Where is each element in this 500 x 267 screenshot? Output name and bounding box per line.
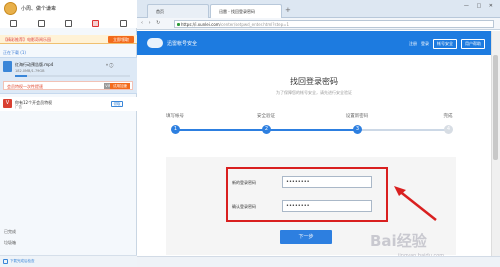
url-text: https://i.xunlei.com/center/setpwd_enter… <box>181 22 289 27</box>
user-help-button[interactable]: 用户帮助 <box>461 39 485 49</box>
address-bar[interactable]: https://i.xunlei.com/center/setpwd_enter… <box>174 20 494 28</box>
client-header: 小周、做个谦卑 <box>0 0 137 28</box>
next-button[interactable]: 下一步 <box>280 230 332 244</box>
page-subtitle: 为了保障您的帐号安全，请先进行安全验证 <box>276 90 352 95</box>
ad-banner: 【精彩推荐】电影奇闻乐园 立即领取 <box>0 35 137 44</box>
ad-text: 【精彩推荐】电影奇闻乐园 <box>3 36 51 42</box>
pause-icon[interactable] <box>64 19 72 27</box>
new-task-icon[interactable] <box>10 19 18 27</box>
highlight-box <box>226 167 388 222</box>
vip-icon: V <box>3 99 12 108</box>
trash-nav[interactable]: 垃圾箱 <box>4 240 16 246</box>
ad-claim-button[interactable]: 立即领取 <box>108 36 134 43</box>
browser-status-bar <box>137 256 500 267</box>
url-host: https://i.xunlei.com <box>181 22 220 27</box>
step-label-4: 完成 <box>443 114 453 119</box>
item-controls-icon[interactable]: ⏸ ⓘ <box>106 62 113 67</box>
avatar[interactable] <box>4 2 17 15</box>
nav-buttons[interactable]: ‹ › ↻ <box>141 20 162 26</box>
url-path: /center/setpwd_enter.html?step=1 <box>219 22 290 27</box>
header-links: 注册 登录 帐号安全 用户帮助 <box>409 39 485 49</box>
tab-password-reset[interactable]: 迅雷 - 找回登录密码 <box>210 4 282 18</box>
site-header: 迅雷帐号安全 注册 登录 帐号安全 用户帮助 <box>137 31 491 55</box>
checkbox-icon[interactable] <box>3 259 8 264</box>
download-item[interactable]: 红海行动预告版.mp4 182.0MB/1.79GB ⏸ ⓘ 会员特权一次性提速… <box>0 57 137 94</box>
site-brand[interactable]: 迅雷帐号安全 <box>167 40 197 47</box>
username: 小周、做个谦卑 <box>21 6 57 12</box>
downloading-header[interactable]: 正在下载 (1) <box>3 50 26 56</box>
completed-nav[interactable]: 已完成 <box>4 229 16 235</box>
step-circle-2: 2 <box>262 125 271 134</box>
red-arrow-icon <box>394 186 437 221</box>
step-label-2: 安全验证 <box>257 114 275 119</box>
vip-claim-button[interactable]: 领取 <box>111 101 123 107</box>
browser-tab-bar: 首页 迅雷 - 找回登录密码 + — □ ✕ <box>137 0 500 18</box>
download-client-panel: 小周、做个谦卑 【精彩推荐】电影奇闻乐园 立即领取 正在下载 (1) 红海行动预… <box>0 0 137 267</box>
speedup-text: 会员特权一次性提速 <box>7 83 43 89</box>
step-circle-1: 1 <box>171 125 180 134</box>
scrollbar-thumb[interactable] <box>493 55 498 160</box>
step-label-1: 填写帐号 <box>166 114 184 119</box>
register-link[interactable]: 注册 <box>409 41 417 47</box>
client-toolbar <box>0 18 137 28</box>
step-circle-4: 4 <box>444 125 453 134</box>
new-tab-button[interactable]: + <box>285 6 291 14</box>
more-icon[interactable] <box>119 19 127 27</box>
file-name: 红海行动预告版.mp4 <box>15 62 54 67</box>
address-bar-row: ‹ › ↻ https://i.xunlei.com/center/setpwd… <box>137 18 500 30</box>
video-file-icon <box>3 61 12 72</box>
page-title: 找回登录密码 <box>290 77 338 86</box>
xunlei-logo-icon[interactable] <box>147 38 163 48</box>
login-link[interactable]: 登录 <box>421 41 429 47</box>
start-icon[interactable] <box>37 19 45 27</box>
vip-promo-sub: 广告 <box>15 105 22 109</box>
account-security-button[interactable]: 帐号安全 <box>433 39 457 49</box>
vip-promo: V 你有12个开会员特权 广告 领取 <box>0 97 137 111</box>
lock-icon <box>177 23 180 26</box>
delete-icon[interactable] <box>92 19 100 27</box>
step-label-3: 设置新密码 <box>345 114 369 119</box>
status-text: 下载完成后检查 <box>10 259 35 263</box>
client-status-bar: 下载完成后检查 <box>0 255 137 267</box>
step-circle-3: 3 <box>353 125 362 134</box>
window-controls[interactable]: — □ ✕ <box>464 3 496 9</box>
tab-home[interactable]: 首页 <box>147 4 209 18</box>
trial-speedup-button[interactable]: 试用加速 <box>110 83 130 89</box>
speedup-banner: 会员特权一次性提速 VIP 试用加速 <box>3 81 133 90</box>
download-progress-fill <box>15 75 27 77</box>
watermark: Bai经验 <box>370 232 427 250</box>
file-size: 182.0MB/1.79GB <box>15 69 45 73</box>
download-progress-bar <box>15 75 130 77</box>
